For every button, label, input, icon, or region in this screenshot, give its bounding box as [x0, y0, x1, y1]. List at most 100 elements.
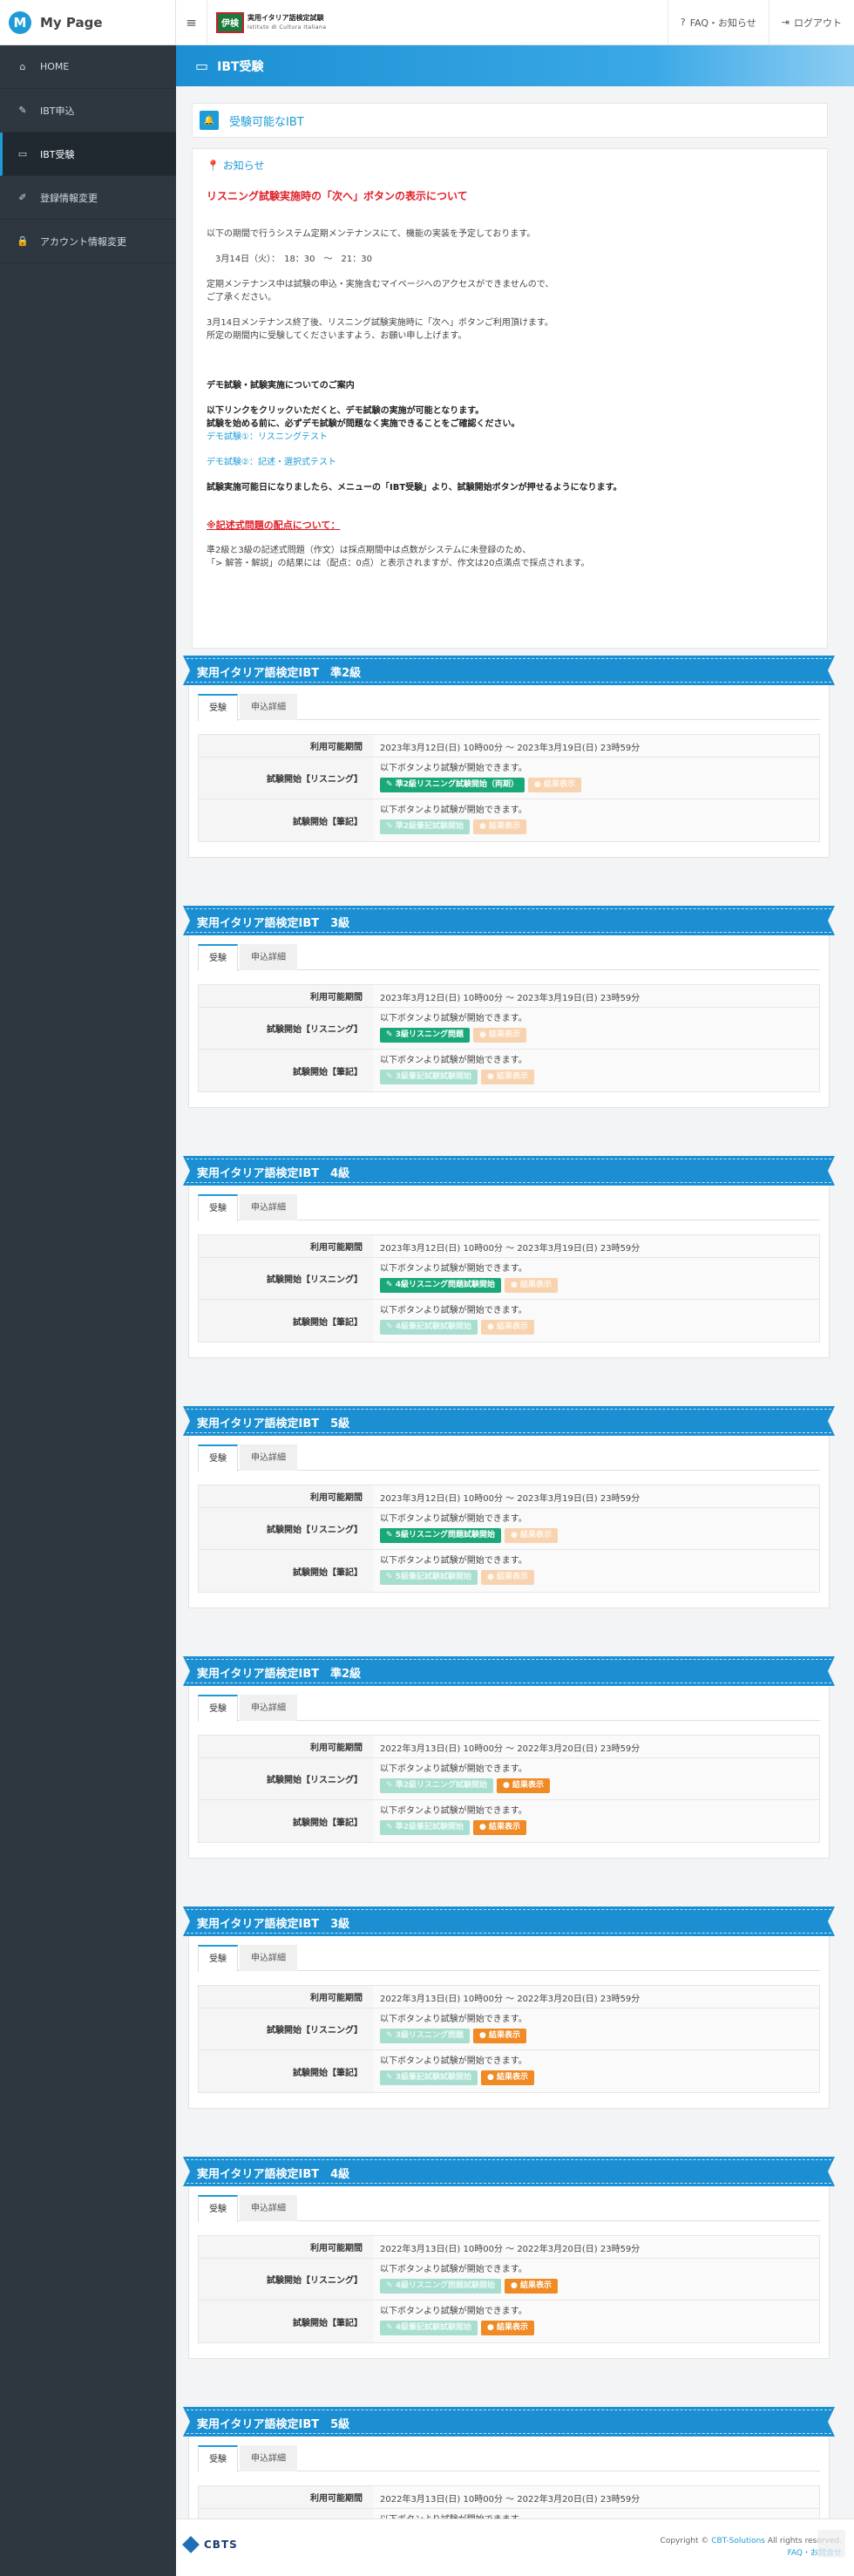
brand[interactable]: M My Page [0, 0, 176, 45]
logout-link[interactable]: ⇥ ログアウト [768, 0, 854, 45]
exam-tabs: 受験 申込詳細 [198, 2445, 820, 2472]
listening-start-button[interactable]: ✎ 準2級リスニング試験開始（両期） [380, 778, 525, 792]
listening-label: 試験開始【リスニング】 [199, 2008, 373, 2049]
result-button[interactable]: ● 結果表示 [504, 1278, 558, 1293]
company-link[interactable]: CBT-Solutions [711, 2537, 765, 2545]
tab-detail[interactable]: 申込詳細 [240, 1194, 297, 1220]
result-button[interactable]: ● 結果表示 [504, 1528, 558, 1543]
writing-start-button[interactable]: ✎ 4級筆記試験試験開始 [380, 2321, 478, 2335]
available-ibt-panel: 🔔 受験可能なIBT [192, 103, 828, 138]
exam-info-table: 利用可能期間 2023年3月12日(日) 10時00分 ～ 2023年3月19日… [198, 984, 820, 1092]
tab-detail[interactable]: 申込詳細 [240, 1444, 297, 1471]
demo-link-listening[interactable]: デモ試験①：リスニングテスト [207, 431, 813, 444]
footer: CBTS Copyright © CBT-Solutions All right… [176, 2518, 854, 2576]
notice-text: 「> 解答・解説」の結果には（配点：0点）と表示されますが、作文は20点満点で採… [207, 559, 590, 568]
exam-ribbon: 実用イタリア語検定IBT 4級 [183, 1156, 835, 1186]
exam-tabs: 受験 申込詳細 [198, 1945, 820, 1972]
result-button[interactable]: ● 結果表示 [472, 1028, 526, 1043]
start-message: 以下ボタンより試験が開始できます。 [380, 1556, 527, 1566]
tab-exam[interactable]: 受験 [198, 694, 238, 721]
footer-faq-link[interactable]: FAQ・お問合せ [661, 2547, 842, 2559]
scroll-top-button[interactable] [817, 2530, 845, 2558]
result-button[interactable]: ● 結果表示 [472, 819, 526, 834]
start-message: 以下ボタンより試験が開始できます。 [380, 805, 527, 815]
listening-start-button[interactable]: ✎ 4級リスニング問題試験開始 [380, 2279, 501, 2294]
writing-start-button[interactable]: ✎ 準2級筆記試験開始 [380, 1820, 470, 1835]
writing-start-button[interactable]: ✎ 3級筆記試験試験開始 [380, 1070, 478, 1084]
sidebar-item[interactable]: ⌂ HOME [0, 45, 176, 89]
period-value: 2022年3月13日(日) 10時00分 ～ 2022年3月20日(日) 23時… [373, 2236, 819, 2258]
tab-detail[interactable]: 申込詳細 [240, 1695, 297, 1721]
exam-section: 実用イタリア語検定IBT 4級 受験 申込詳細 利用可能期間 2023年3月12… [183, 1156, 835, 1358]
listening-start-button[interactable]: ✎ 5級リスニング問題試験開始 [380, 1528, 501, 1543]
tab-exam[interactable]: 受験 [198, 1444, 238, 1472]
sidebar-item[interactable]: ✎ IBT申込 [0, 89, 176, 133]
menu-toggle-icon[interactable]: ≡ [176, 0, 207, 45]
sidebar-item-label: IBT申込 [40, 105, 75, 117]
faq-link[interactable]: ? FAQ・お知らせ [667, 0, 769, 45]
table-row: 試験開始【リスニング】 以下ボタンより試験が開始できます。 ✎ 5級リスニング問… [199, 1508, 819, 1550]
sidebar-item-label: IBT受験 [40, 148, 75, 160]
start-message: 以下ボタンより試験が開始できます。 [380, 1306, 527, 1315]
exam-ribbon: 実用イタリア語検定IBT 3級 [183, 906, 835, 935]
demo-link-writing[interactable]: デモ試験②：記述・選択式テスト [207, 456, 813, 469]
tab-exam[interactable]: 受験 [198, 2445, 238, 2472]
exam-section: 実用イタリア語検定IBT 4級 受験 申込詳細 利用可能期間 2022年3月13… [183, 2157, 835, 2359]
result-button[interactable]: ● 結果表示 [480, 1320, 534, 1335]
tab-detail[interactable]: 申込詳細 [240, 2445, 297, 2471]
tab-exam[interactable]: 受験 [198, 1194, 238, 1221]
writing-start-button[interactable]: ✎ 4級筆記試験試験開始 [380, 1320, 478, 1335]
tab-exam[interactable]: 受験 [198, 2195, 238, 2222]
start-message: 以下ボタンより試験が開始できます。 [380, 2056, 527, 2066]
table-row: 試験開始【リスニング】 以下ボタンより試験が開始できます。 ✎ 準2級リスニング… [199, 758, 819, 799]
table-row: 利用可能期間 2023年3月12日(日) 10時00分 ～ 2023年3月19日… [199, 985, 819, 1008]
monitor-icon: ▭ [17, 148, 28, 160]
table-row: 試験開始【リスニング】 以下ボタンより試験が開始できます。 ✎ 準2級リスニング… [199, 1758, 819, 1800]
tab-exam[interactable]: 受験 [198, 1945, 238, 1972]
exam-title: 実用イタリア語検定IBT 準2級 [197, 667, 362, 680]
sidebar-item[interactable]: 🔒 アカウント情報変更 [0, 220, 176, 263]
notice-text: 3月14日メンテナンス終了後、リスニング試験実施時に「次へ」ボタンご利用頂けます… [207, 318, 553, 328]
result-button[interactable]: ● 結果表示 [480, 2321, 534, 2335]
tab-exam[interactable]: 受験 [198, 1695, 238, 1722]
result-button[interactable]: ● 結果表示 [480, 2070, 534, 2085]
tab-detail[interactable]: 申込詳細 [240, 2195, 297, 2221]
period-label: 利用可能期間 [199, 1736, 373, 1757]
writing-start-button[interactable]: ✎ 3級筆記試験試験開始 [380, 2070, 478, 2085]
table-row: 利用可能期間 2022年3月13日(日) 10時00分 ～ 2022年3月20日… [199, 1986, 819, 2008]
sidebar-item[interactable]: ▭ IBT受験 [0, 133, 176, 176]
exam-info-table: 利用可能期間 2023年3月12日(日) 10時00分 ～ 2023年3月19日… [198, 1234, 820, 1342]
start-message: 以下ボタンより試験が開始できます。 [380, 1764, 527, 1774]
result-button[interactable]: ● 結果表示 [527, 778, 581, 792]
writing-start-button[interactable]: ✎ 5級筆記試験試験開始 [380, 1570, 478, 1585]
result-button[interactable]: ● 結果表示 [504, 2279, 558, 2294]
org-logo[interactable]: 伊検 実用イタリア語検定試験 Istituto di Cultura Itali… [216, 11, 327, 33]
listening-start-button[interactable]: ✎ 3級リスニング問題 [380, 1028, 470, 1043]
listening-start-button[interactable]: ✎ 3級リスニング問題 [380, 2029, 470, 2043]
start-message: 以下ボタンより試験が開始できます。 [380, 1806, 527, 1816]
period-label: 利用可能期間 [199, 985, 373, 1007]
writing-label: 試験開始【筆記】 [199, 799, 373, 841]
table-row: 利用可能期間 2023年3月12日(日) 10時00分 ～ 2023年3月19日… [199, 1235, 819, 1258]
result-button[interactable]: ● 結果表示 [480, 1570, 534, 1585]
result-button[interactable]: ● 結果表示 [472, 2029, 526, 2043]
exam-title: 実用イタリア語検定IBT 3級 [197, 1918, 350, 1931]
listening-start-button[interactable]: ✎ 準2級リスニング試験開始 [380, 1778, 493, 1793]
listening-start-button[interactable]: ✎ 4級リスニング問題試験開始 [380, 1278, 501, 1293]
exam-section: 実用イタリア語検定IBT 3級 受験 申込詳細 利用可能期間 2023年3月12… [183, 906, 835, 1108]
edit-icon: ✐ [18, 192, 27, 203]
sidebar-item[interactable]: ✐ 登録情報変更 [0, 176, 176, 220]
table-row: 試験開始【筆記】 以下ボタンより試験が開始できます。 ✎ 3級筆記試験試験開始 … [199, 2050, 819, 2092]
writing-start-button[interactable]: ✎ 準2級筆記試験開始 [380, 819, 470, 834]
exam-info-table: 利用可能期間 2022年3月13日(日) 10時00分 ～ 2022年3月20日… [198, 2235, 820, 2343]
result-button[interactable]: ● 結果表示 [480, 1070, 534, 1084]
tab-detail[interactable]: 申込詳細 [240, 944, 297, 970]
tab-exam[interactable]: 受験 [198, 944, 238, 971]
table-row: 利用可能期間 2022年3月13日(日) 10時00分 ～ 2022年3月20日… [199, 1736, 819, 1758]
result-button[interactable]: ● 結果表示 [472, 1820, 526, 1835]
listening-label: 試験開始【リスニング】 [199, 1258, 373, 1299]
result-button[interactable]: ● 結果表示 [496, 1778, 550, 1793]
tab-detail[interactable]: 申込詳細 [240, 1945, 297, 1971]
tab-detail[interactable]: 申込詳細 [240, 694, 297, 720]
period-value: 2023年3月12日(日) 10時00分 ～ 2023年3月19日(日) 23時… [373, 1485, 819, 1507]
